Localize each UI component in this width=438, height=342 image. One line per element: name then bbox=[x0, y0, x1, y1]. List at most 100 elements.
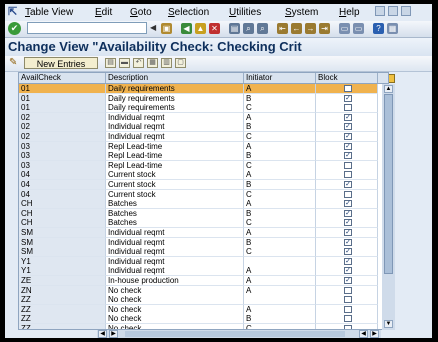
availcheck-cell[interactable]: 03 bbox=[19, 141, 106, 152]
description-cell[interactable]: Individual reqmt bbox=[106, 256, 244, 267]
description-cell[interactable]: Individual reqmt bbox=[106, 266, 244, 277]
table-row[interactable]: 04 Current stock C bbox=[19, 189, 388, 200]
block-checkbox[interactable]: ✓ bbox=[344, 142, 352, 150]
scroll-far-left-icon[interactable]: ◀ bbox=[359, 330, 368, 338]
initiator-cell[interactable]: A bbox=[244, 285, 316, 296]
initiator-cell[interactable]: A bbox=[244, 199, 316, 210]
availcheck-cell[interactable]: ZZ bbox=[19, 324, 106, 329]
block-checkbox[interactable] bbox=[344, 305, 352, 313]
scroll-up-icon[interactable]: ▲ bbox=[384, 85, 393, 93]
description-cell[interactable]: Repl Lead-time bbox=[106, 141, 244, 152]
block-checkbox[interactable] bbox=[344, 85, 352, 92]
availcheck-cell[interactable]: ZZ bbox=[19, 314, 106, 325]
availcheck-cell[interactable]: 04 bbox=[19, 170, 106, 181]
initiator-cell[interactable]: B bbox=[244, 122, 316, 133]
scroll-left-icon[interactable]: ◀ bbox=[98, 330, 107, 338]
availcheck-cell[interactable]: 03 bbox=[19, 160, 106, 171]
availcheck-cell[interactable]: ZE bbox=[19, 276, 106, 286]
availcheck-cell[interactable]: 01 bbox=[19, 93, 106, 104]
description-cell[interactable]: Individual reqmt bbox=[106, 132, 244, 142]
table-row[interactable]: ZZ No check B bbox=[19, 314, 388, 325]
undo-change-icon[interactable]: ↶ bbox=[133, 58, 144, 68]
initiator-cell[interactable]: B bbox=[244, 208, 316, 219]
description-cell[interactable]: Repl Lead-time bbox=[106, 151, 244, 162]
sap-logo-icon[interactable]: ⇱ bbox=[8, 5, 17, 18]
availcheck-cell[interactable]: ZZ bbox=[19, 295, 106, 306]
availcheck-cell[interactable]: 03 bbox=[19, 151, 106, 162]
find-icon[interactable]: ⌕ bbox=[243, 23, 254, 34]
table-row[interactable]: Y1 Individual reqmt ✓ bbox=[19, 256, 388, 267]
description-cell[interactable]: Current stock bbox=[106, 170, 244, 181]
description-cell[interactable]: Individual reqmt bbox=[106, 237, 244, 248]
initiator-cell[interactable] bbox=[244, 295, 316, 306]
description-cell[interactable]: Current stock bbox=[106, 180, 244, 190]
initiator-cell[interactable]: A bbox=[244, 84, 316, 94]
initiator-cell[interactable]: A bbox=[244, 266, 316, 277]
table-row[interactable]: SM Individual reqmt C ✓ bbox=[19, 247, 388, 258]
table-row[interactable]: ZN No check A bbox=[19, 285, 388, 296]
table-row[interactable]: 01 Daily requirements A bbox=[19, 84, 388, 94]
initiator-cell[interactable]: C bbox=[244, 247, 316, 258]
table-row[interactable]: SM Individual reqmt B ✓ bbox=[19, 237, 388, 248]
cancel-icon[interactable]: ✕ bbox=[209, 23, 220, 34]
scrollbar-thumb[interactable] bbox=[384, 94, 393, 274]
block-checkbox[interactable] bbox=[344, 286, 352, 294]
initiator-cell[interactable]: B bbox=[244, 237, 316, 248]
column-header-block[interactable]: Block bbox=[316, 73, 378, 83]
initiator-cell[interactable]: A bbox=[244, 141, 316, 152]
last-page-icon[interactable]: ⇥ bbox=[319, 23, 330, 34]
availcheck-cell[interactable]: 02 bbox=[19, 132, 106, 142]
table-row[interactable]: CH Batches B ✓ bbox=[19, 208, 388, 219]
initiator-cell[interactable]: A bbox=[244, 276, 316, 286]
deselect-all-icon[interactable]: ▢ bbox=[175, 58, 186, 68]
description-cell[interactable]: Batches bbox=[106, 199, 244, 210]
block-checkbox[interactable]: ✓ bbox=[344, 113, 352, 121]
availcheck-cell[interactable]: 01 bbox=[19, 103, 106, 114]
initiator-cell[interactable]: C bbox=[244, 160, 316, 171]
window-maximize-icon[interactable] bbox=[388, 6, 398, 16]
menu-help[interactable]: Help bbox=[339, 7, 360, 18]
description-cell[interactable]: Daily requirements bbox=[106, 93, 244, 104]
initiator-cell[interactable]: B bbox=[244, 151, 316, 162]
table-row[interactable]: ZE In-house production A ✓ bbox=[19, 276, 388, 286]
description-cell[interactable]: No check bbox=[106, 304, 244, 315]
availcheck-cell[interactable]: Y1 bbox=[19, 256, 106, 267]
block-checkbox[interactable]: ✓ bbox=[344, 152, 352, 160]
menu-edit[interactable]: Edit bbox=[95, 7, 112, 18]
table-row[interactable]: CH Batches A ✓ bbox=[19, 199, 388, 210]
initiator-cell[interactable]: A bbox=[244, 304, 316, 315]
initiator-cell[interactable] bbox=[244, 256, 316, 267]
table-row[interactable]: 01 Daily requirements B ✓ bbox=[19, 93, 388, 104]
initiator-cell[interactable]: C bbox=[244, 218, 316, 229]
block-checkbox[interactable] bbox=[344, 171, 352, 179]
new-session-icon[interactable]: ▭ bbox=[339, 23, 350, 34]
scroll-far-right-icon[interactable]: ▶ bbox=[370, 330, 379, 338]
window-close-icon[interactable] bbox=[401, 6, 411, 16]
availcheck-cell[interactable]: 02 bbox=[19, 112, 106, 123]
table-row[interactable]: 03 Repl Lead-time C bbox=[19, 160, 388, 171]
table-row[interactable]: 04 Current stock A bbox=[19, 170, 388, 181]
description-cell[interactable]: Individual reqmt bbox=[106, 228, 244, 238]
initiator-cell[interactable]: C bbox=[244, 189, 316, 200]
horizontal-scrollbar[interactable]: ◀ ▶ ◀ ▶ bbox=[97, 330, 381, 338]
availcheck-cell[interactable]: ZN bbox=[19, 285, 106, 296]
description-cell[interactable]: Daily requirements bbox=[106, 84, 244, 94]
save-icon[interactable]: ▣ bbox=[161, 23, 172, 34]
table-row[interactable]: SM Individual reqmt A ✓ bbox=[19, 228, 388, 238]
description-cell[interactable]: Batches bbox=[106, 218, 244, 229]
print-icon[interactable]: ▤ bbox=[229, 23, 240, 34]
column-header-description[interactable]: Description bbox=[106, 73, 244, 83]
shortcut-icon[interactable]: ▭ bbox=[353, 23, 364, 34]
command-history-icon[interactable]: ◀ bbox=[150, 23, 156, 32]
select-block-icon[interactable]: ▥ bbox=[161, 58, 172, 68]
table-row[interactable]: CH Batches C ✓ bbox=[19, 218, 388, 229]
block-checkbox[interactable] bbox=[344, 104, 352, 112]
next-page-icon[interactable]: → bbox=[305, 23, 316, 34]
description-cell[interactable]: Individual reqmt bbox=[106, 122, 244, 133]
check-icon[interactable]: ✔ bbox=[8, 22, 21, 35]
block-checkbox[interactable]: ✓ bbox=[344, 181, 352, 188]
vertical-scrollbar[interactable]: ▲ ▼ bbox=[382, 84, 395, 330]
first-page-icon[interactable]: ⇤ bbox=[277, 23, 288, 34]
initiator-cell[interactable]: A bbox=[244, 170, 316, 181]
availcheck-cell[interactable]: SM bbox=[19, 247, 106, 258]
